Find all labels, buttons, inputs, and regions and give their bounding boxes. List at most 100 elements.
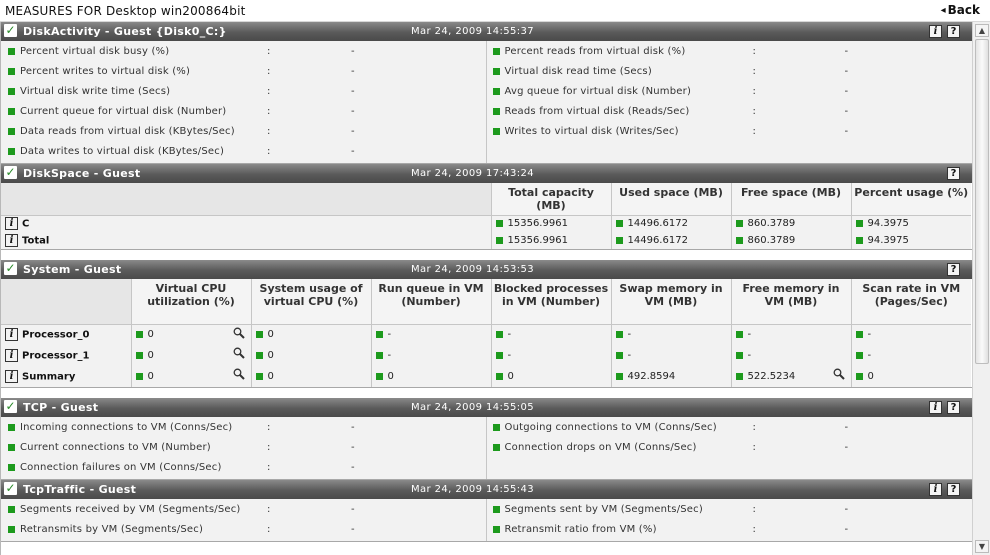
cell-value: 860.3789 — [747, 235, 796, 246]
measure-column-right: Percent reads from virtual disk (%): - Vir… — [487, 41, 973, 163]
scroll-thumb[interactable] — [975, 39, 989, 364]
section-header: ✓ DiskActivity - Guest {Disk0_C:} Mar 24… — [1, 22, 972, 41]
status-bullet — [735, 330, 743, 338]
measure-row: Percent reads from virtual disk (%): - — [487, 43, 973, 63]
status-bullet — [855, 219, 863, 227]
info-icon[interactable]: i — [929, 401, 942, 414]
system-table: Virtual CPU utilization (%) System usage … — [1, 279, 971, 387]
help-icon[interactable]: ? — [947, 401, 960, 414]
status-bullet — [492, 526, 500, 533]
check-icon: ✓ — [4, 481, 17, 495]
separator: : — [267, 86, 271, 97]
info-icon[interactable]: i — [929, 25, 942, 38]
column-header: Blocked processes in VM (Number) — [490, 279, 611, 325]
status-bullet — [135, 330, 143, 338]
table-cell: 0 — [850, 366, 971, 387]
measure-row: Avg queue for virtual disk (Number): - — [487, 83, 973, 103]
check-icon: ✓ — [4, 165, 17, 179]
cell-value: - — [747, 350, 752, 361]
cell-value: 860.3789 — [747, 218, 796, 230]
row-header-corner — [1, 183, 491, 216]
cell-value: 94.3975 — [867, 235, 909, 246]
scroll-down-icon[interactable]: ▼ — [975, 540, 989, 553]
measures-content: ✓ DiskActivity - Guest {Disk0_C:} Mar 24… — [0, 22, 972, 555]
column-header: Scan rate in VM (Pages/Sec) — [850, 279, 971, 325]
section-timestamp: Mar 24, 2009 14:55:43 — [411, 484, 535, 495]
status-bullet — [135, 372, 143, 380]
status-bullet — [855, 372, 863, 380]
status-bullet — [855, 236, 863, 244]
info-icon[interactable]: i — [929, 483, 942, 496]
cell-value: 0 — [387, 371, 394, 382]
info-icon[interactable]: i — [5, 349, 18, 362]
info-icon[interactable]: i — [5, 234, 18, 247]
section-timestamp: Mar 24, 2009 14:55:05 — [411, 402, 535, 413]
status-bullet — [492, 444, 500, 451]
help-icon[interactable]: ? — [947, 167, 960, 180]
measure-value: - — [844, 422, 849, 433]
vertical-scrollbar[interactable]: ▲ ▼ — [972, 22, 990, 555]
info-icon[interactable]: i — [5, 370, 18, 383]
help-icon[interactable]: ? — [947, 483, 960, 496]
magnifier-icon[interactable] — [233, 368, 245, 383]
magnifier-icon[interactable] — [233, 347, 245, 362]
status-bullet — [492, 424, 500, 431]
row-label: Processor_0 — [22, 329, 90, 341]
measure-columns: Percent virtual disk busy (%): - Percent w… — [1, 41, 972, 163]
separator: : — [752, 86, 757, 97]
magnifier-icon[interactable] — [833, 368, 845, 383]
measure-row: Writes to virtual disk (Writes/Sec): - — [487, 123, 973, 143]
table-cell: - — [370, 324, 491, 345]
cell-value: 522.5234 — [747, 371, 796, 382]
measure-value: - — [844, 106, 849, 117]
measure-row: Incoming connections to VM (Conns/Sec): - — [1, 419, 486, 439]
section-header: ✓ DiskSpace - Guest Mar 24, 2009 17:43:2… — [1, 164, 972, 183]
status-bullet — [255, 351, 263, 359]
measure-label: Connection drops on VM (Conns/Sec) — [504, 442, 697, 453]
status-bullet — [8, 88, 15, 95]
cell-value: - — [627, 350, 632, 361]
status-bullet — [8, 464, 15, 471]
status-bullet — [8, 506, 15, 513]
measure-value: - — [844, 442, 849, 453]
row-label: C — [22, 218, 30, 230]
status-bullet — [255, 372, 263, 380]
help-icon[interactable]: ? — [947, 263, 960, 276]
back-button[interactable]: ◂ Back — [941, 3, 980, 17]
measure-value: - — [844, 46, 849, 57]
table-cell: 0 — [250, 345, 371, 366]
status-bullet — [735, 236, 743, 244]
status-bullet — [8, 526, 15, 533]
status-bullet — [8, 444, 15, 451]
row-label-cell: iC — [1, 215, 491, 232]
separator: : — [752, 504, 757, 515]
measure-label: Writes to virtual disk (Writes/Sec) — [504, 126, 679, 137]
measure-column-right: Segments sent by VM (Segments/Sec): - Retr… — [487, 499, 973, 541]
measure-value: - — [844, 504, 849, 515]
scroll-up-icon[interactable]: ▲ — [975, 24, 989, 37]
section-disk-activity: ✓ DiskActivity - Guest {Disk0_C:} Mar 24… — [1, 22, 972, 164]
section-disk-space: ✓ DiskSpace - Guest Mar 24, 2009 17:43:2… — [1, 164, 972, 250]
separator: : — [752, 442, 757, 453]
section-title: DiskSpace - Guest — [23, 167, 141, 180]
status-bullet — [735, 372, 743, 380]
section-header: ✓ TcpTraffic - Guest Mar 24, 2009 14:55:… — [1, 480, 972, 499]
separator: : — [267, 106, 271, 117]
info-icon[interactable]: i — [5, 328, 18, 342]
table-cell: 860.3789 — [730, 215, 851, 232]
info-icon[interactable]: i — [5, 217, 18, 231]
magnifier-icon[interactable] — [233, 327, 245, 342]
status-bullet — [495, 351, 503, 359]
cell-value: - — [867, 329, 872, 341]
status-bullet — [375, 372, 383, 380]
status-bullet — [492, 108, 500, 115]
column-header: Free space (MB) — [730, 183, 851, 216]
help-icon[interactable]: ? — [947, 25, 960, 38]
measure-label: Virtual disk read time (Secs) — [504, 66, 652, 77]
measure-row: Retransmits by VM (Segments/Sec): - — [1, 521, 486, 541]
separator: : — [267, 504, 271, 515]
separator: : — [267, 66, 271, 77]
measure-row: Virtual disk write time (Secs): - — [1, 83, 486, 103]
cell-value: 0 — [267, 371, 274, 382]
table-cell: - — [490, 324, 611, 345]
